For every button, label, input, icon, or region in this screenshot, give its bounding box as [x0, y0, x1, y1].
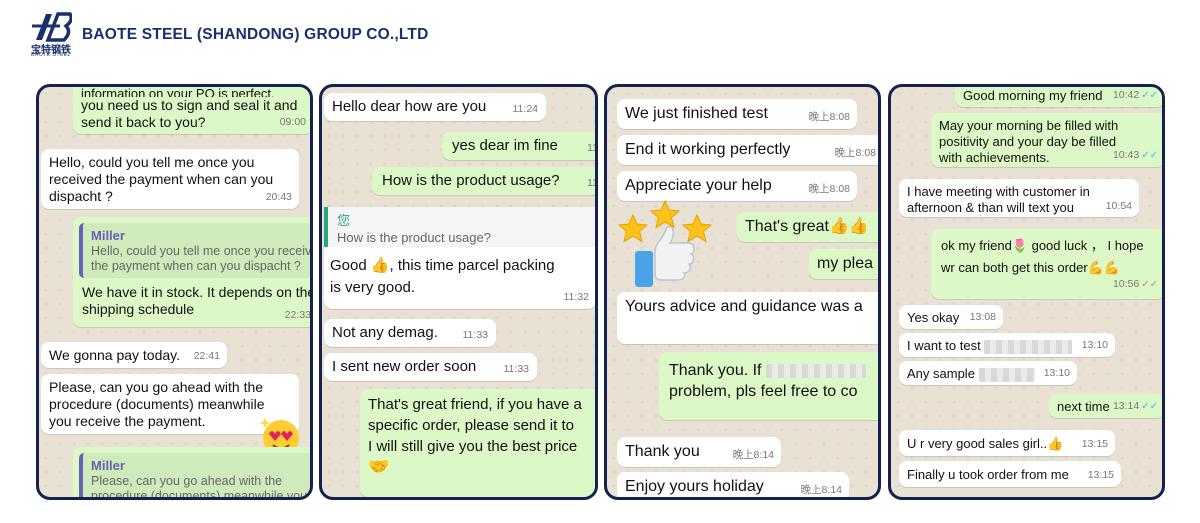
message-outgoing[interactable]: next time 13:14 ✓✓: [1049, 394, 1162, 418]
message-outgoing[interactable]: Thank you. If problem, pls feel free to …: [659, 352, 878, 420]
quoted-message[interactable]: 您 How is the product usage?: [324, 207, 595, 247]
company-logo: 宝特钢铁 BAOTE STEEL: [26, 12, 76, 58]
message-incoming[interactable]: End it working perfectly 晚上8:08: [617, 135, 878, 165]
company-name: BAOTE STEEL (SHANDONG) GROUP CO.,LTD: [82, 26, 429, 43]
chat-panel-2[interactable]: Hello dear how are you 11:24 yes dear im…: [319, 84, 598, 500]
message-incoming-reply[interactable]: 您 How is the product usage? Good 👍, this…: [324, 207, 595, 309]
message-incoming[interactable]: I want to test 13:10: [899, 333, 1115, 357]
logo-mark-icon: [32, 12, 72, 42]
message-incoming[interactable]: I sent new order soon 11:33: [324, 353, 537, 381]
message-incoming[interactable]: We just finished test 晚上8:08: [617, 99, 857, 129]
brand-header: 宝特钢铁 BAOTE STEEL BAOTE STEEL (SHANDONG) …: [26, 12, 429, 58]
handshake-emoji-icon: 🤝: [368, 457, 390, 477]
read-receipt-icon: ✓✓: [1141, 90, 1158, 101]
redacted-text: [978, 367, 1035, 382]
stars-thumbs-up-sticker-icon: [617, 199, 713, 287]
message-outgoing[interactable]: yes dear im fine 11: [442, 132, 595, 160]
redacted-text: [984, 339, 1073, 354]
quoted-message[interactable]: Miller Hello, could you tell me once you…: [79, 223, 310, 278]
chat-panel-1[interactable]: information on your PO is perfect. you n…: [36, 84, 313, 500]
chat-panel-4[interactable]: Good morning my friend 10:42 ✓✓ May your …: [888, 84, 1165, 500]
message-outgoing[interactable]: How is the product usage? 11: [372, 167, 595, 195]
message-incoming[interactable]: We gonna pay today. 22:41: [41, 342, 227, 368]
message-incoming[interactable]: Hello, could you tell me once you receiv…: [41, 149, 299, 209]
message-incoming[interactable]: Yours advice and guidance was a: [617, 292, 878, 344]
message-outgoing[interactable]: information on your PO is perfect. you n…: [73, 87, 310, 134]
message-incoming[interactable]: Any sample 13:10: [899, 361, 1077, 385]
chat-panel-3[interactable]: We just finished test 晚上8:08 End it work…: [604, 84, 881, 500]
message-outgoing[interactable]: That's great👍👍: [737, 212, 878, 242]
message-outgoing[interactable]: That's great friend, if you have a speci…: [360, 389, 595, 497]
message-incoming[interactable]: I have meeting with customer in afternoo…: [899, 179, 1139, 217]
read-receipt-icon: ✓✓: [1141, 401, 1158, 412]
message-outgoing[interactable]: May your morning be filled with positivi…: [931, 113, 1162, 167]
message-incoming[interactable]: Hello dear how are you 11:24: [324, 93, 546, 121]
message-incoming[interactable]: Finally u took order from me 13:15: [899, 461, 1121, 487]
logo-english-text: BAOTE STEEL: [31, 52, 71, 58]
read-receipt-icon: ✓✓: [1141, 279, 1158, 290]
redacted-text: [765, 363, 866, 378]
message-incoming[interactable]: Enjoy yours holiday 晚上8:14: [617, 472, 849, 497]
message-outgoing[interactable]: my plea: [809, 249, 878, 279]
message-outgoing[interactable]: Good morning my friend 10:42 ✓✓: [955, 87, 1162, 107]
message-outgoing-reply[interactable]: Miller Please, can you go ahead with the…: [73, 447, 310, 497]
message-outgoing[interactable]: ok my friend🌷 good luck ， I hope wr can …: [931, 229, 1162, 299]
message-outgoing-reply[interactable]: Miller Hello, could you tell me once you…: [73, 217, 310, 327]
message-incoming[interactable]: Not any demag. 11:33: [324, 319, 496, 347]
message-incoming[interactable]: Yes okay 13:08: [899, 305, 1003, 329]
message-incoming[interactable]: Thank you 晚上8:14: [617, 437, 781, 467]
read-receipt-icon: ✓✓: [1141, 150, 1158, 161]
message-incoming[interactable]: Appreciate your help 晚上8:08: [617, 171, 857, 201]
message-incoming[interactable]: U r very good sales girl..👍 13:15: [899, 430, 1115, 456]
quoted-message[interactable]: Miller Please, can you go ahead with the…: [79, 453, 310, 497]
